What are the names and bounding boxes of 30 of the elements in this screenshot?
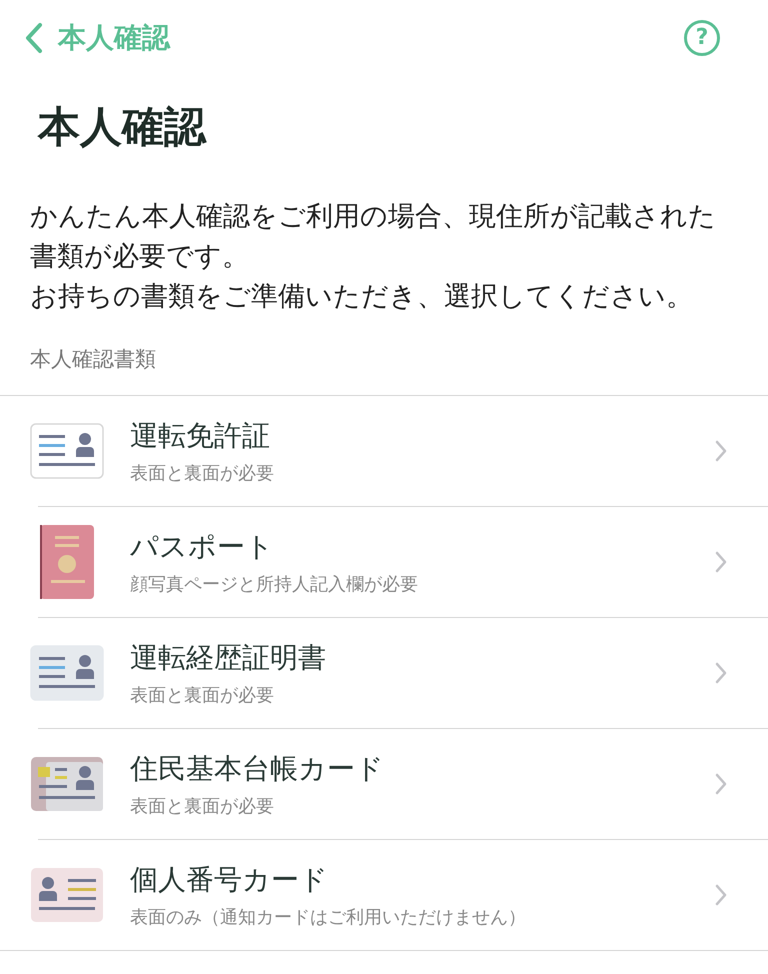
page-title: 本人確認 [36,101,208,153]
chevron-right-icon [714,661,728,685]
document-note: 表面のみ（通知カードはご利用いただけません） [130,906,527,929]
document-item[interactable]: パスポート 顔写真ページと所持人記入欄が必要 [0,507,768,617]
chevron-right-icon [714,439,728,463]
document-note: 表面と裏面が必要 [130,684,275,707]
chevron-right-icon [714,550,728,574]
chevron-right-icon [714,883,728,907]
document-name: 個人番号カード [130,862,329,898]
document-name: 運転経歴証明書 [130,640,327,676]
document-note: 表面と裏面が必要 [130,795,275,818]
description-text: かんたん本人確認をご利用の場合、現住所が記載された書類が必要です。 [29,200,717,274]
document-name: 住民基本台帳カード [130,751,385,787]
id-card-icon [30,645,104,701]
document-note: 表面と裏面が必要 [130,462,275,485]
back-icon [24,22,44,54]
document-note: 顔写真ページと所持人記入欄が必要 [130,573,419,596]
description-text: お持ちの書類をご準備いただき、選択してください。 [29,280,694,314]
chevron-right-icon [714,772,728,796]
document-name: パスポート [130,529,275,565]
passport-icon [39,524,95,600]
section-label: 本人確認書類 [29,346,157,373]
id-card-icon [30,756,104,812]
document-item[interactable]: 個人番号カード 表面のみ（通知カードはご利用いただけません） [0,840,768,950]
id-card-icon [30,423,104,479]
document-item[interactable]: 運転経歴証明書 表面と裏面が必要 [0,618,768,728]
document-name: 運転免許証 [130,418,271,454]
document-item[interactable]: 住民基本台帳カード 表面と裏面が必要 [0,729,768,839]
id-card-icon [30,867,104,923]
document-item[interactable]: 運転免許証 表面と裏面が必要 [0,396,768,506]
